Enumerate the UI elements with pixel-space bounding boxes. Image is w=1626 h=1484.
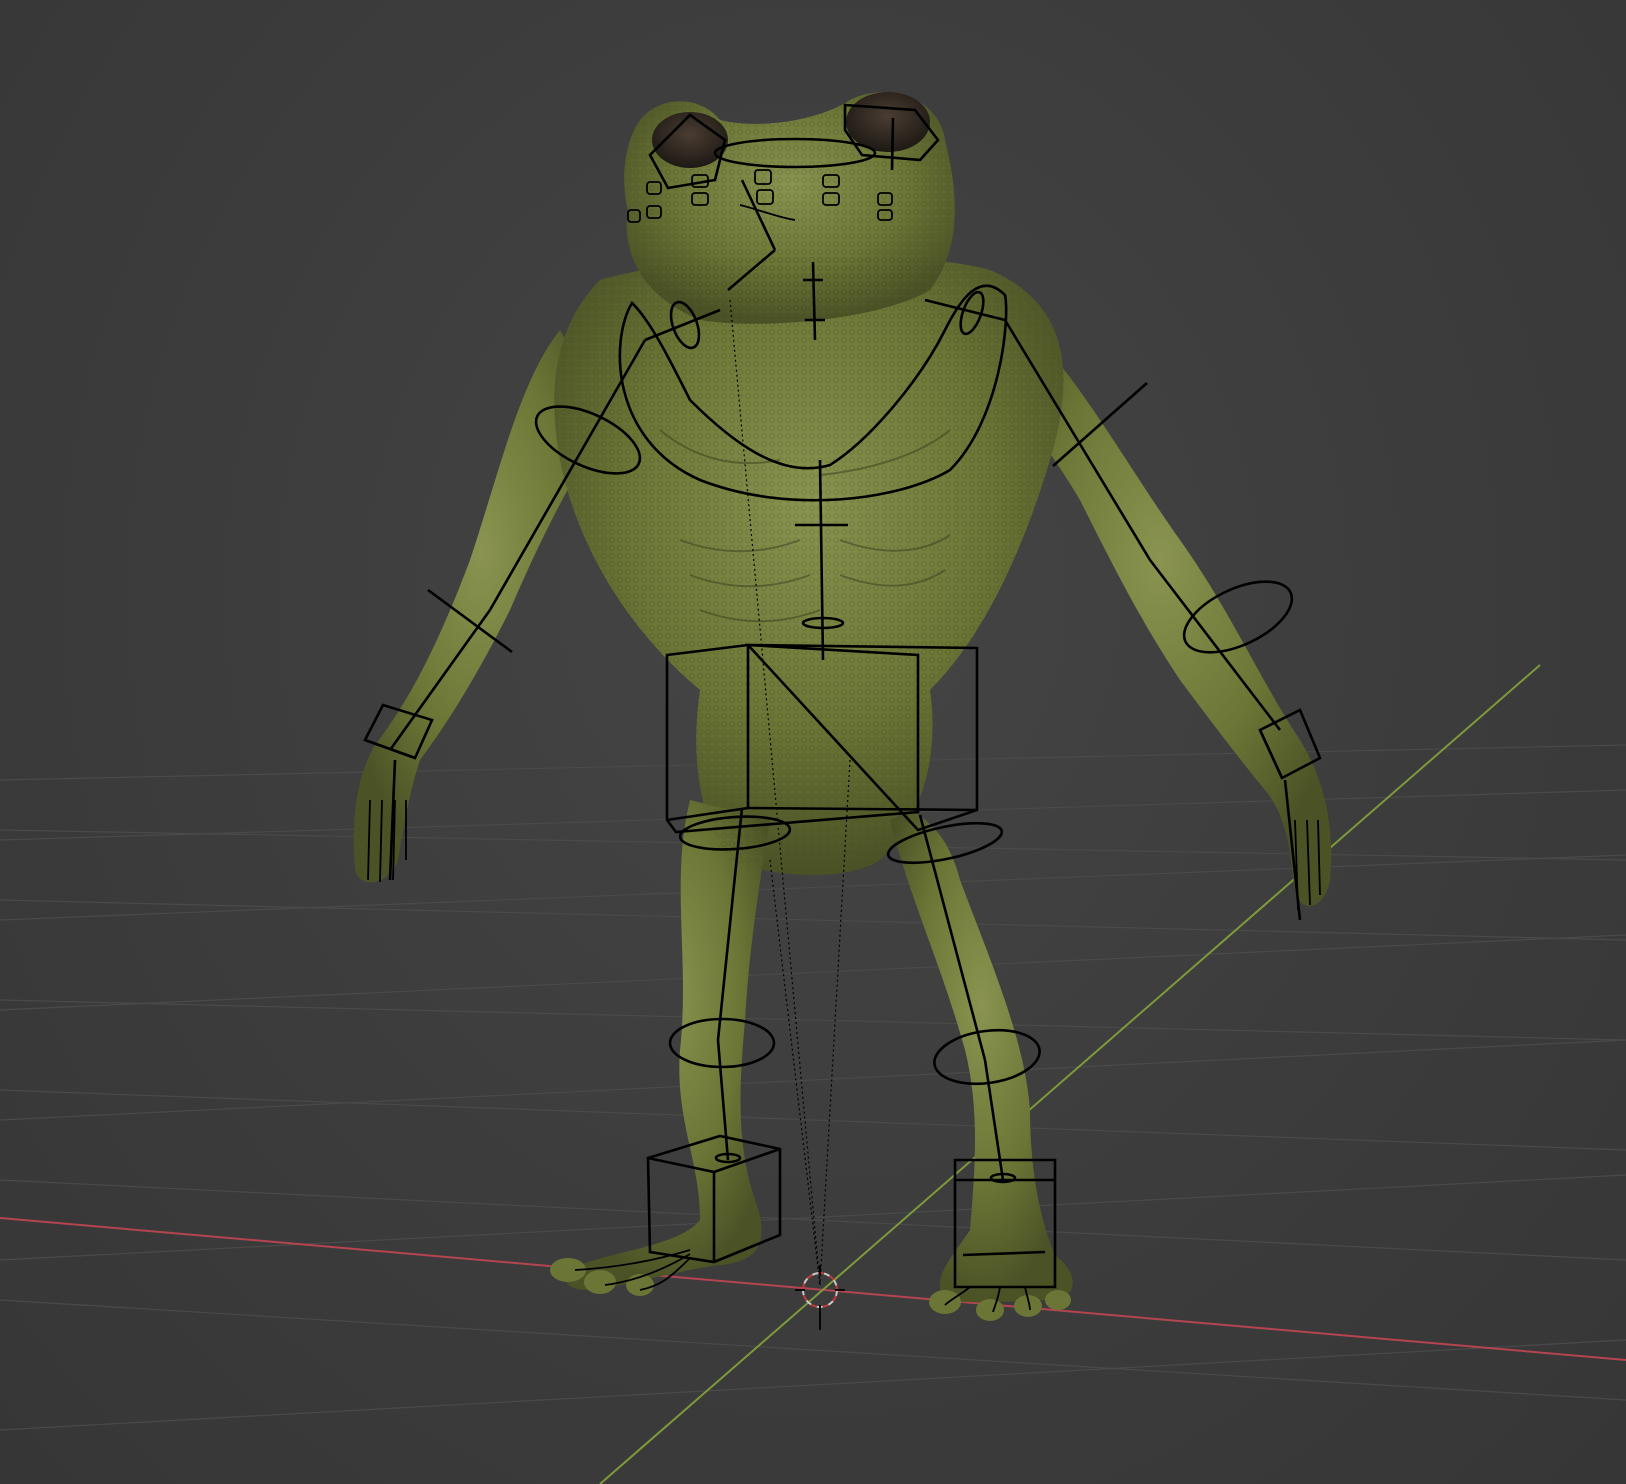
right-eye [846,92,930,152]
3d-cursor[interactable] [795,1265,845,1330]
x-axis-line [0,1217,1626,1361]
viewport-scene[interactable] [0,0,1626,1484]
right-leg [890,810,1073,1303]
3d-viewport[interactable] [0,0,1626,1484]
frog-character[interactable] [353,92,1332,1321]
left-leg [566,800,770,1290]
bone-head-tail[interactable] [890,117,895,171]
